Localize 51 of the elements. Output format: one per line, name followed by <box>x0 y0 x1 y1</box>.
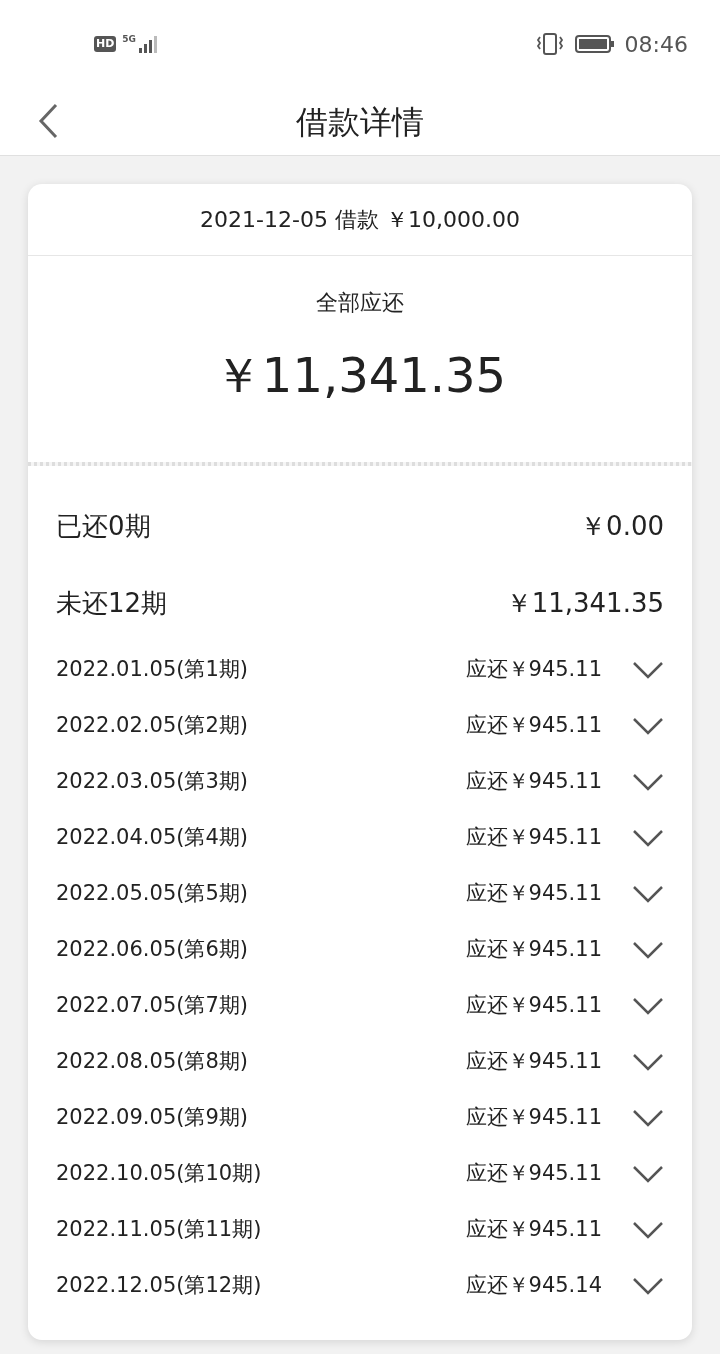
installment-amount: 应还￥945.11 <box>465 936 602 964</box>
installment-row[interactable]: 2022.10.05(第10期) 应还￥945.11 <box>56 1146 664 1202</box>
installment-amount: 应还￥945.11 <box>465 824 602 852</box>
installment-row[interactable]: 2022.12.05(第12期) 应还￥945.14 <box>56 1258 664 1314</box>
period-label: 已还0期 <box>56 510 151 543</box>
installment-date: 2022.02.05(第2期) <box>56 712 249 740</box>
clock: 08:46 <box>624 30 688 59</box>
installment-row[interactable]: 2022.09.05(第9期) 应还￥945.11 <box>56 1090 664 1146</box>
back-icon <box>38 103 58 139</box>
installment-amount: 应还￥945.14 <box>465 1272 602 1300</box>
installment-date: 2022.07.05(第7期) <box>56 992 249 1020</box>
installment-date: 2022.11.05(第11期) <box>56 1216 263 1244</box>
installment-amount: 应还￥945.11 <box>465 712 602 740</box>
period-label: 未还12期 <box>56 587 168 620</box>
installment-amount: 应还￥945.11 <box>465 656 602 684</box>
signal-icon <box>137 35 159 53</box>
installment-row[interactable]: 2022.02.05(第2期) 应还￥945.11 <box>56 698 664 754</box>
installment-row[interactable]: 2022.07.05(第7期) 应还￥945.11 <box>56 978 664 1034</box>
page-title: 借款详情 <box>296 101 424 143</box>
installment-amount: 应还￥945.11 <box>465 768 602 796</box>
installment-date: 2022.06.05(第6期) <box>56 936 249 964</box>
installment-date: 2022.01.05(第1期) <box>56 656 249 684</box>
installment-amount: 应还￥945.11 <box>465 1104 602 1132</box>
installment-row[interactable]: 2022.05.05(第5期) 应还￥945.11 <box>56 866 664 922</box>
installment-date: 2022.03.05(第3期) <box>56 768 249 796</box>
installment-date: 2022.04.05(第4期) <box>56 824 249 852</box>
installment-row[interactable]: 2022.01.05(第1期) 应还￥945.11 <box>56 642 664 698</box>
installment-amount: 应还￥945.11 <box>465 1048 602 1076</box>
installment-date: 2022.08.05(第8期) <box>56 1048 249 1076</box>
installment-date: 2022.12.05(第12期) <box>56 1272 263 1300</box>
network-label: 5G <box>122 35 136 44</box>
installment-row[interactable]: 2022.06.05(第6期) 应还￥945.11 <box>56 922 664 978</box>
installment-amount: 应还￥945.11 <box>465 880 602 908</box>
period-amount: ￥0.00 <box>580 510 664 543</box>
battery-icon <box>574 34 615 54</box>
vibrate-icon <box>534 32 565 56</box>
total-amount: ￥11,341.35 <box>213 346 507 405</box>
installment-amount: 应还￥945.11 <box>465 1160 602 1188</box>
installment-date: 2022.10.05(第10期) <box>56 1160 263 1188</box>
installment-row[interactable]: 2022.11.05(第11期) 应还￥945.11 <box>56 1202 664 1258</box>
hd-badge: HD <box>94 36 117 52</box>
installment-amount: 应还￥945.11 <box>465 1216 602 1244</box>
loan-summary: 2021-12-05 借款 ￥10,000.00 <box>200 206 520 234</box>
period-amount: ￥11,341.35 <box>505 587 664 620</box>
installment-row[interactable]: 2022.03.05(第3期) 应还￥945.11 <box>56 754 664 810</box>
total-label: 全部应还 <box>316 289 404 317</box>
installment-date: 2022.09.05(第9期) <box>56 1104 249 1132</box>
installment-date: 2022.05.05(第5期) <box>56 880 249 908</box>
installment-row[interactable]: 2022.04.05(第4期) 应还￥945.11 <box>56 810 664 866</box>
installment-amount: 应还￥945.11 <box>465 992 602 1020</box>
installment-row[interactable]: 2022.08.05(第8期) 应还￥945.11 <box>56 1034 664 1090</box>
